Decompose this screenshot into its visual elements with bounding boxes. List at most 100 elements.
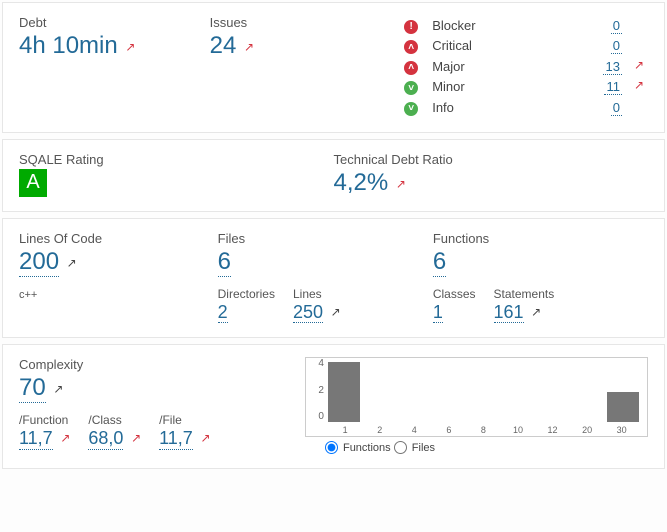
debt-ratio-metric: Technical Debt Ratio 4,2% ↗ (334, 152, 649, 197)
radio-label: Functions (343, 442, 391, 454)
statements-metric: Statements 161 ↗ (494, 287, 555, 324)
complexity-label: Complexity (19, 357, 305, 372)
trend-up-icon: ↗ (125, 40, 135, 54)
per-function-value[interactable]: 11,7 (19, 429, 53, 450)
per-class-label: /Class (88, 413, 141, 427)
sqale-panel: SQALE Rating A Technical Debt Ratio 4,2%… (2, 139, 665, 212)
trend-up-icon: ↗ (634, 58, 644, 72)
trend-up-icon: ↗ (131, 431, 141, 445)
chart-xaxis: 1246810122030 (328, 425, 639, 435)
language-label: c++ (19, 289, 218, 301)
complexity-panel: Complexity 70 ↗ /Function 11,7 ↗ /Class … (2, 344, 665, 469)
xtick: 2 (362, 425, 397, 435)
blocker-icon: ! (404, 20, 418, 34)
xtick: 4 (397, 425, 432, 435)
functions-value[interactable]: 6 (433, 248, 446, 277)
severity-row-critical: ˄ Critical 0 (400, 36, 648, 57)
severity-label: Major (428, 56, 558, 77)
trend-up-icon: ↗ (53, 382, 63, 396)
issues-label: Issues (210, 15, 401, 30)
loc-value[interactable]: 200 (19, 248, 59, 277)
per-file-metric: /File 11,7 ↗ (159, 413, 210, 450)
complexity-chart: 4 2 0 1246810122030 Functions Files (305, 357, 648, 454)
major-icon: ˄ (404, 61, 418, 75)
loc-metric: Lines Of Code 200 ↗ c++ (19, 231, 218, 324)
severity-label: Minor (428, 77, 558, 98)
issues-metric: Issues 24 ↗ (210, 15, 401, 118)
functions-col: Functions 6 Classes 1 Statements 161 ↗ (433, 231, 648, 324)
xtick: 30 (604, 425, 639, 435)
ytick: 2 (310, 385, 324, 396)
files-value[interactable]: 6 (218, 248, 231, 277)
minor-icon: ˅ (404, 81, 418, 95)
classes-value[interactable]: 1 (433, 303, 443, 324)
severity-row-blocker: ! Blocker 0 (400, 15, 648, 36)
directories-metric: Directories 2 (218, 287, 275, 324)
severity-label: Blocker (428, 15, 558, 36)
complexity-chart-plot: 4 2 0 1246810122030 (305, 357, 648, 437)
per-class-metric: /Class 68,0 ↗ (88, 413, 141, 450)
severity-label: Info (428, 97, 558, 118)
xtick: 12 (535, 425, 570, 435)
statements-value[interactable]: 161 (494, 303, 524, 324)
per-file-value[interactable]: 11,7 (159, 429, 193, 450)
files-col: Files 6 Directories 2 Lines 250 ↗ (218, 231, 433, 324)
lines-metric: Lines 250 ↗ (293, 287, 341, 324)
debt-ratio-value[interactable]: 4,2% (334, 169, 389, 197)
chart-radio-files-input[interactable] (394, 441, 407, 454)
directories-value[interactable]: 2 (218, 303, 228, 324)
debt-ratio-label: Technical Debt Ratio (334, 152, 649, 167)
xtick: 6 (432, 425, 467, 435)
per-file-label: /File (159, 413, 210, 427)
debt-value[interactable]: 4h 10min (19, 32, 118, 60)
trend-up-icon: ↗ (67, 256, 77, 270)
severity-count[interactable]: 0 (611, 18, 622, 34)
trend-up-icon: ↗ (634, 78, 644, 92)
xtick: 1 (328, 425, 363, 435)
loc-label: Lines Of Code (19, 231, 218, 246)
per-class-value[interactable]: 68,0 (88, 429, 123, 450)
sqale-rating-metric: SQALE Rating A (19, 152, 334, 197)
classes-metric: Classes 1 (433, 287, 476, 324)
per-function-metric: /Function 11,7 ↗ (19, 413, 70, 450)
debt-issues-panel: Debt 4h 10min ↗ Issues 24 ↗ ! Blocker 0 … (2, 2, 665, 133)
chart-radio-group: Functions Files (305, 441, 648, 454)
debt-label: Debt (19, 15, 210, 30)
chart-bar (328, 362, 360, 422)
lines-label: Lines (293, 287, 341, 301)
issues-value[interactable]: 24 (210, 32, 237, 60)
trend-up-icon: ↗ (531, 305, 541, 319)
chart-bar (607, 392, 639, 422)
functions-label: Functions (433, 231, 648, 246)
complexity-value[interactable]: 70 (19, 374, 46, 403)
trend-up-icon: ↗ (60, 431, 70, 445)
xtick: 8 (466, 425, 501, 435)
severity-label: Critical (428, 36, 558, 57)
chart-radio-files[interactable]: Files (394, 442, 435, 454)
chart-radio-functions[interactable]: Functions (325, 442, 394, 454)
severity-count[interactable]: 13 (603, 59, 621, 75)
severity-count[interactable]: 11 (604, 79, 622, 95)
trend-up-icon: ↗ (396, 177, 406, 191)
per-function-label: /Function (19, 413, 70, 427)
files-label: Files (218, 231, 433, 246)
debt-metric: Debt 4h 10min ↗ (19, 15, 210, 118)
ytick: 4 (310, 358, 324, 369)
severity-count[interactable]: 0 (611, 100, 622, 116)
chart-bars (328, 362, 639, 422)
severity-count[interactable]: 0 (611, 38, 622, 54)
lines-value[interactable]: 250 (293, 303, 323, 324)
critical-icon: ˄ (404, 40, 418, 54)
severity-row-major: ˄ Major 13 ↗ (400, 56, 648, 77)
chart-radio-functions-input[interactable] (325, 441, 338, 454)
trend-up-icon: ↗ (331, 305, 341, 319)
ytick: 0 (310, 411, 324, 422)
sqale-rating-label: SQALE Rating (19, 152, 334, 167)
sqale-rating-badge[interactable]: A (19, 169, 47, 197)
statements-label: Statements (494, 287, 555, 301)
radio-label: Files (412, 442, 435, 454)
xtick: 20 (570, 425, 605, 435)
directories-label: Directories (218, 287, 275, 301)
trend-up-icon: ↗ (200, 431, 210, 445)
complexity-metric: Complexity 70 ↗ /Function 11,7 ↗ /Class … (19, 357, 305, 454)
